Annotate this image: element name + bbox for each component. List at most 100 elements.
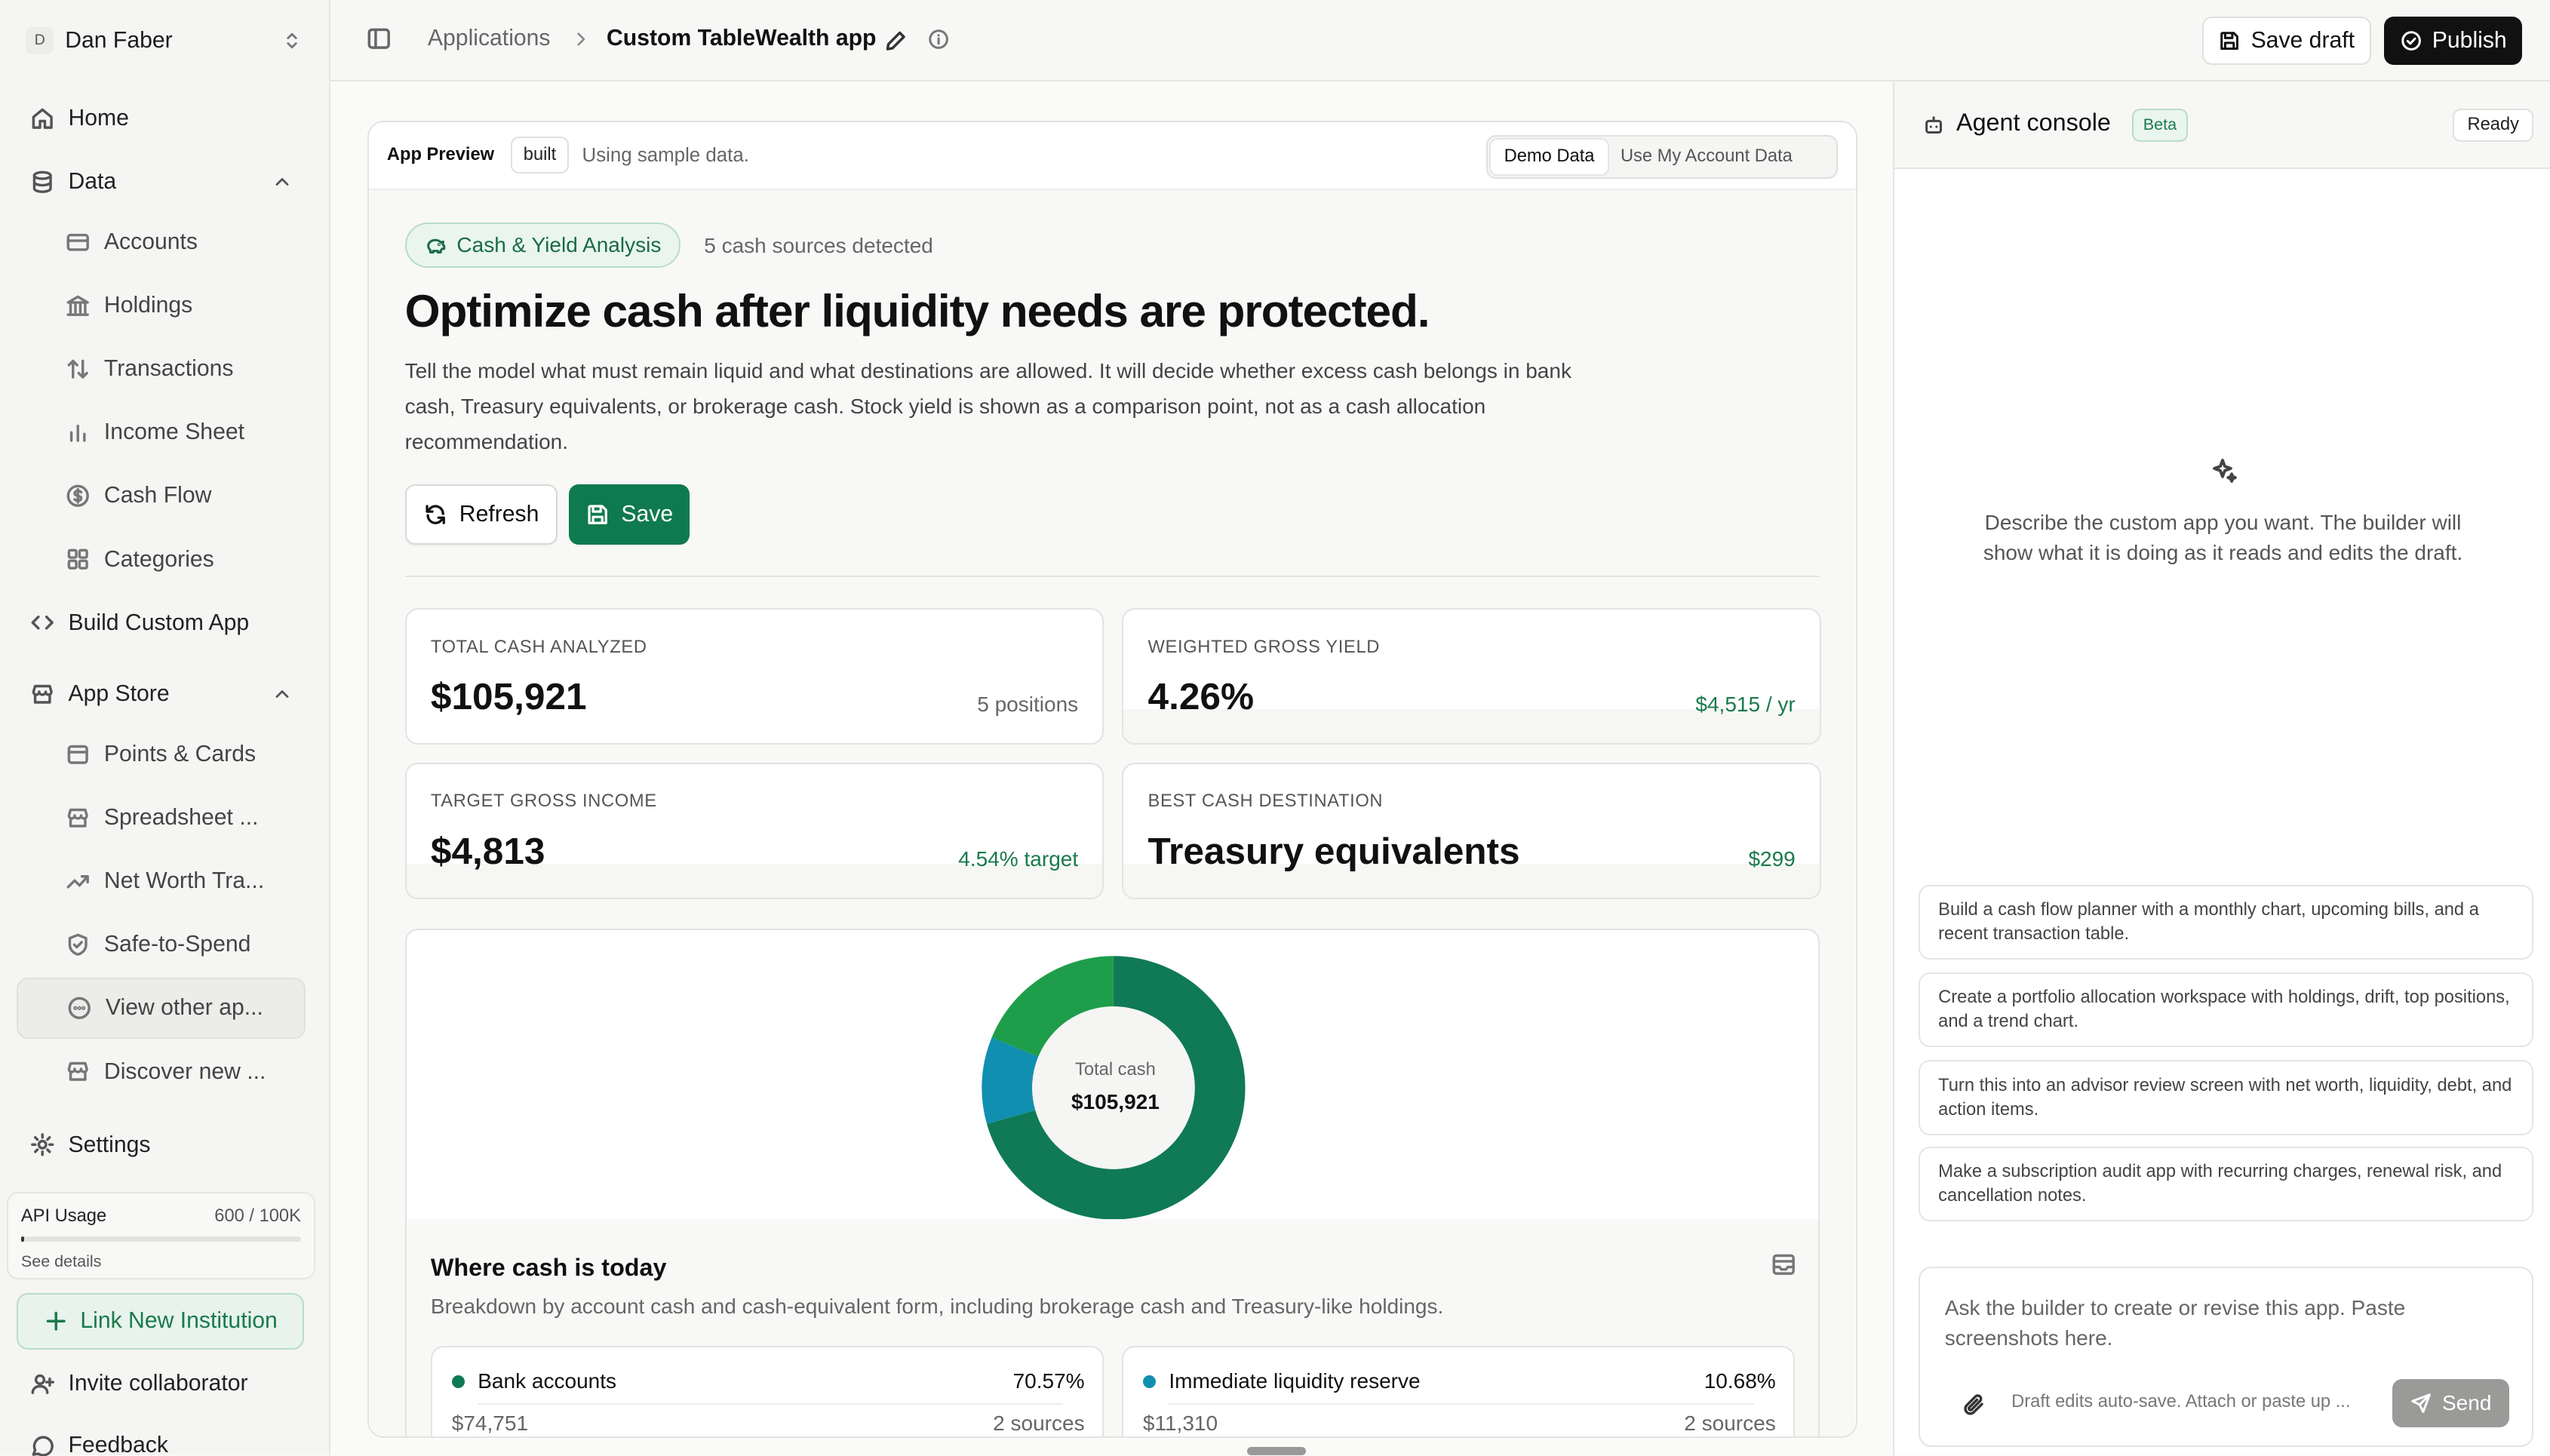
shield-check-icon	[68, 933, 88, 957]
breadcrumb-applications[interactable]: Applications	[428, 26, 551, 51]
source-amount: $74,751	[451, 1411, 529, 1435]
preview-title: App Preview	[386, 144, 495, 164]
save-draft-button[interactable]: Save draft	[2201, 16, 2371, 66]
api-usage-label: API Usage	[20, 1206, 107, 1227]
console-body: Describe the custom app you want. The bu…	[1894, 169, 2550, 1456]
sidebar-toggle-icon[interactable]	[366, 26, 392, 51]
chevron-right-icon	[576, 32, 585, 46]
top-bar: Applications Custom TableWealth app Save…	[330, 0, 2550, 81]
donut-center: Total cash $105,921	[1034, 1060, 1197, 1114]
sidebar-item-label: Discover new ...	[103, 1058, 266, 1084]
paperclip-icon[interactable]	[1961, 1392, 1986, 1418]
sidebar-item-settings[interactable]: Settings	[17, 1116, 306, 1175]
message-composer[interactable]: Ask the builder to create or revise this…	[1919, 1267, 2534, 1448]
send-button[interactable]: Send	[2392, 1378, 2509, 1428]
sidebar-item-home[interactable]: Home	[17, 90, 306, 149]
sidebar-item-discover-new[interactable]: Discover new ...	[17, 1043, 306, 1101]
gear-icon	[30, 1133, 54, 1157]
sidebar-item-view-other-apps[interactable]: View other ap...	[16, 977, 306, 1040]
sample-data-note: Using sample data.	[582, 144, 749, 166]
sidebar-item-cash-flow[interactable]: Cash Flow	[17, 467, 306, 526]
user-name: Dan Faber	[65, 27, 173, 53]
series-dot	[1142, 1375, 1157, 1389]
sidebar-item-accounts[interactable]: Accounts	[17, 213, 306, 272]
info-icon[interactable]	[927, 28, 950, 51]
api-usage-panel[interactable]: API Usage 600 / 100K See details	[6, 1192, 316, 1280]
chevron-up-icon[interactable]	[272, 171, 293, 192]
bar-chart-icon	[70, 425, 86, 442]
api-usage-bar	[20, 1236, 301, 1242]
sidebar-item-label: Home	[68, 106, 129, 131]
suggestion-chip[interactable]: Make a subscription audit app with recur…	[1919, 1146, 2534, 1221]
console-header: Agent console Beta Ready	[1894, 81, 2550, 170]
data-source-toggle: Demo Data Use My Account Data	[1486, 134, 1838, 179]
publish-button[interactable]: Publish	[2384, 16, 2523, 66]
store-icon	[67, 808, 89, 828]
sidebar-item-label: Safe-to-Spend	[103, 932, 251, 957]
metric-card-weighted-yield: WEIGHTED GROSS YIELD 4.26% $4,515 / yr	[1122, 608, 1822, 745]
sidebar-item-label: Cash Flow	[103, 483, 212, 508]
sidebar-item-categories[interactable]: Categories	[17, 530, 306, 589]
sidebar-item-label: App Store	[68, 681, 170, 707]
sidebar-item-build-custom-app[interactable]: Build Custom App	[17, 594, 306, 653]
composer-input[interactable]: Ask the builder to create or revise this…	[1945, 1293, 2481, 1355]
demo-data-option[interactable]: Demo Data	[1491, 140, 1608, 174]
chevron-up-icon[interactable]	[272, 683, 293, 705]
metric-card-target-income: TARGET GROSS INCOME $4,813 4.54% target	[404, 762, 1104, 899]
pencil-icon[interactable]	[883, 28, 908, 54]
floppy-disk-icon	[2220, 31, 2239, 50]
source-pct: 70.57%	[1012, 1368, 1085, 1393]
suggestion-chip[interactable]: Build a cash flow planner with a monthly…	[1919, 884, 2534, 960]
beta-badge: Beta	[2131, 109, 2188, 142]
console-title: Agent console	[1956, 109, 2111, 137]
donut-center-value: $105,921	[1071, 1090, 1160, 1114]
cash-chart-card: Total cash $105,921 Where cash is today …	[404, 928, 1820, 1436]
metric-sub: $4,515 / yr	[1695, 692, 1796, 716]
store-icon	[32, 684, 53, 704]
sidebar-item-points-cards[interactable]: Points & Cards	[17, 725, 306, 784]
cash-source-card: Bank accounts 70.57% $74,751 2 sources	[430, 1346, 1104, 1436]
sidebar-item-feedback[interactable]: Feedback	[17, 1417, 306, 1456]
section-title: Where cash is today	[430, 1253, 667, 1281]
refresh-button[interactable]: Refresh	[404, 484, 558, 545]
store-icon	[67, 1062, 89, 1082]
sidebar-item-app-store[interactable]: App Store	[17, 665, 306, 724]
sidebar-item-invite-collaborator[interactable]: Invite collaborator	[17, 1355, 306, 1414]
see-details-link[interactable]: See details	[21, 1252, 301, 1271]
sidebar-item-transactions[interactable]: Transactions	[17, 340, 306, 399]
refresh-icon	[426, 505, 446, 524]
sidebar-item-spreadsheet[interactable]: Spreadsheet ...	[17, 788, 306, 847]
sidebar-item-holdings[interactable]: Holdings	[17, 276, 306, 335]
sidebar-item-label: Categories	[103, 546, 214, 572]
analysis-type-pill: Cash & Yield Analysis	[404, 223, 681, 269]
account-data-option[interactable]: Use My Account Data	[1608, 140, 1805, 174]
page-description: Tell the model what must remain liquid a…	[404, 358, 1571, 454]
sidebar-item-income-sheet[interactable]: Income Sheet	[17, 404, 306, 462]
sidebar-item-safe-to-spend[interactable]: Safe-to-Spend	[17, 916, 306, 975]
refresh-label: Refresh	[459, 502, 539, 527]
sources-detected: 5 cash sources detected	[704, 234, 933, 258]
send-label: Send	[2441, 1391, 2492, 1415]
home-icon	[32, 108, 53, 129]
link-new-institution-button[interactable]: Link New Institution	[16, 1292, 305, 1350]
workspace-switcher[interactable]: D Dan Faber	[26, 20, 302, 62]
source-name: Bank accounts	[478, 1368, 617, 1393]
series-dot	[451, 1375, 465, 1389]
section-description: Breakdown by account cash and cash-equiv…	[430, 1294, 1444, 1318]
source-amount: $11,310	[1142, 1411, 1218, 1435]
sidebar-item-data[interactable]: Data	[17, 153, 306, 212]
suggestion-chip[interactable]: Turn this into an advisor review screen …	[1919, 1060, 2534, 1135]
inbox-icon[interactable]	[1771, 1252, 1796, 1277]
cash-source-card: Immediate liquidity reserve 10.68% $11,3…	[1122, 1346, 1796, 1436]
save-button[interactable]: Save	[569, 484, 690, 545]
send-icon	[2411, 1393, 2431, 1413]
divider	[404, 575, 1820, 578]
sidebar-item-net-worth[interactable]: Net Worth Tra...	[17, 852, 306, 911]
suggestion-chip[interactable]: Create a portfolio allocation workspace …	[1919, 972, 2534, 1048]
metric-value: Treasury equivalents	[1148, 830, 1520, 873]
robot-icon	[1925, 116, 1942, 134]
source-count: 2 sources	[1684, 1411, 1776, 1435]
plus-icon	[46, 1311, 66, 1331]
resize-handle[interactable]	[1247, 1447, 1306, 1456]
api-usage-value: 600 / 100K	[214, 1206, 301, 1227]
